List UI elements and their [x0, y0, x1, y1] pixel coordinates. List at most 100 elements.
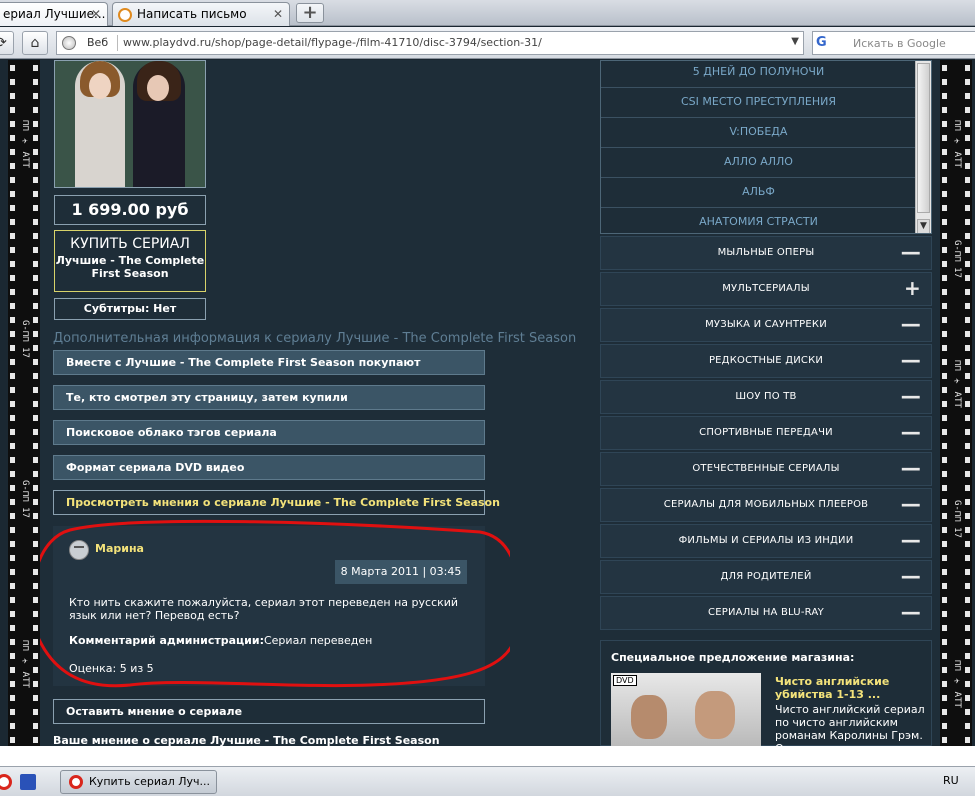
film-strip-right-decoration: ⊓⊓ ✈ ATT G-⊓⊓ 17 ⊓⊓ ✈ ATT G-⊓⊓ 17 ⊓⊓ ✈ A… — [940, 60, 972, 746]
scrollbar-thumb[interactable] — [917, 63, 930, 213]
close-tab-icon[interactable]: ✕ — [273, 3, 283, 25]
address-bar[interactable]: Веб www.playdvd.ru/shop/page-detail/flyp… — [56, 31, 804, 55]
category-blu-ray[interactable]: СЕРИАЛЫ НА BLU-RAY — — [600, 596, 932, 630]
cover-figure — [75, 61, 125, 187]
cover-face — [147, 75, 169, 101]
additional-info-heading: Дополнительная информация к сериалу Лучш… — [53, 331, 577, 346]
quick-launch-icon[interactable] — [20, 774, 36, 790]
section-also-bought[interactable]: Вместе с Лучшие - The Complete First Sea… — [53, 350, 485, 375]
address-url[interactable]: www.playdvd.ru/shop/page-detail/flypage-… — [123, 36, 542, 49]
category-parents[interactable]: ДЛЯ РОДИТЕЛЕЙ — — [600, 560, 932, 594]
buy-label: КУПИТЬ СЕРИАЛ — [70, 236, 190, 252]
chevron-down-icon[interactable]: ▼ — [917, 219, 930, 233]
reload-icon[interactable]: ⟳ — [0, 31, 14, 55]
list-item[interactable]: CSI МЕСТО ПРЕСТУПЛЕНИЯ — [601, 88, 916, 118]
category-tv-shows[interactable]: ШОУ ПО ТВ — — [600, 380, 932, 414]
taskbar-task-button[interactable]: Купить сериал Луч... — [60, 770, 217, 794]
special-offer-image[interactable]: DVD — [611, 673, 761, 746]
search-input[interactable]: Искать в Google — [853, 37, 946, 50]
chevron-down-icon[interactable]: ▼ — [791, 36, 799, 47]
collapse-icon[interactable]: — — [901, 417, 921, 447]
category-india[interactable]: ФИЛЬМЫ И СЕРИАЛЫ ИЗ ИНДИИ — — [600, 524, 932, 558]
category-label: МЫЛЬНЫЕ ОПЕРЫ — [717, 247, 815, 258]
section-viewed-then-bought[interactable]: Те, кто смотрел эту страницу, затем купи… — [53, 385, 485, 410]
film-marking: G-⊓⊓ 17 — [952, 240, 962, 278]
category-rare-discs[interactable]: РЕДКОСТНЫЕ ДИСКИ — — [600, 344, 932, 378]
close-tab-icon[interactable]: ✕ — [91, 3, 101, 25]
special-offer-heading: Специальное предложение магазина: — [611, 651, 855, 664]
buy-series-button[interactable]: КУПИТЬ СЕРИАЛ Лучшие - The Complete Firs… — [54, 230, 206, 292]
special-offer-panel: Специальное предложение магазина: DVD Чи… — [600, 640, 932, 746]
film-marking: ⊓⊓ ✈ ATT — [20, 640, 30, 688]
review-comment: Марина 8 Марта 2011 | 03:45 Кто нить ска… — [53, 526, 485, 686]
collapse-icon[interactable]: — — [901, 489, 921, 519]
list-item[interactable]: АНАТОМИЯ СТРАСТИ — [601, 208, 916, 233]
tab-compose-mail[interactable]: Написать письмо ✕ — [112, 2, 290, 26]
admin-comment-text: Сериал переведен — [263, 634, 373, 647]
product-cover-image[interactable] — [54, 60, 206, 188]
list-item[interactable]: АЛЛО АЛЛО — [601, 148, 916, 178]
new-tab-button[interactable]: + — [296, 3, 324, 23]
language-indicator[interactable]: RU — [943, 774, 959, 787]
opera-icon[interactable] — [0, 774, 12, 790]
section-dvd-format[interactable]: Формат сериала DVD видео — [53, 455, 485, 480]
collapse-icon[interactable]: — — [901, 597, 921, 627]
search-box[interactable]: G Искать в Google — [812, 31, 975, 55]
category-soap-operas[interactable]: МЫЛЬНЫЕ ОПЕРЫ — — [600, 236, 932, 270]
home-icon[interactable]: ⌂ — [22, 31, 48, 55]
list-item[interactable]: АЛЬФ — [601, 178, 916, 208]
film-marking: ⊓⊓ ✈ ATT — [952, 360, 962, 408]
film-marking: G-⊓⊓ 17 — [20, 320, 30, 358]
admin-comment: Комментарий администрации:Сериал перевед… — [69, 634, 372, 647]
section-tag-cloud[interactable]: Поисковое облако тэгов сериала — [53, 420, 485, 445]
category-label: СЕРИАЛЫ ДЛЯ МОБИЛЬНЫХ ПЛЕЕРОВ — [663, 499, 869, 510]
comment-rating: Оценка: 5 из 5 — [69, 662, 154, 675]
browser-tab-bar: ериал Лучшие... ✕ Написать письмо ✕ + — [0, 0, 975, 26]
category-domestic-series[interactable]: ОТЕЧЕСТВЕННЫЕ СЕРИАЛЫ — — [600, 452, 932, 486]
subtitles-badge: Субтитры: Нет — [54, 298, 206, 320]
collapse-icon[interactable]: — — [901, 561, 921, 591]
category-sports[interactable]: СПОРТИВНЫЕ ПЕРЕДАЧИ — — [600, 416, 932, 450]
avatar — [69, 540, 89, 560]
status-gap — [0, 746, 975, 766]
address-separator — [117, 35, 118, 51]
collapse-icon[interactable]: — — [901, 237, 921, 267]
buy-title: Лучшие - The Complete First Season — [55, 254, 205, 280]
category-cartoons[interactable]: МУЛЬТСЕРИАЛЫ + — [600, 272, 932, 306]
offer-face — [631, 695, 667, 739]
offer-face — [695, 691, 735, 739]
special-offer-title[interactable]: Чисто английские убийства 1-13 ... — [775, 675, 925, 701]
web-page: ⊓⊓ ✈ ATT G-⊓⊓ 17 G-⊓⊓ 17 ⊓⊓ ✈ ATT 1 699.… — [0, 60, 975, 746]
product-price: 1 699.00 руб — [54, 195, 206, 225]
film-strip-left-decoration: ⊓⊓ ✈ ATT G-⊓⊓ 17 G-⊓⊓ 17 ⊓⊓ ✈ ATT — [8, 60, 40, 746]
collapse-icon[interactable]: — — [901, 381, 921, 411]
cover-face — [89, 73, 111, 99]
tab-active[interactable]: ериал Лучшие... ✕ — [0, 2, 108, 26]
collapse-icon[interactable]: — — [901, 309, 921, 339]
film-marking: G-⊓⊓ 17 — [20, 480, 30, 518]
listbox-scrollbar[interactable]: ▼ — [915, 61, 931, 233]
category-music[interactable]: МУЗЫКА И САУНТРЕКИ — — [600, 308, 932, 342]
taskbar-task-label: Купить сериал Луч... — [89, 775, 211, 788]
film-marking: ⊓⊓ ✈ ATT — [952, 660, 962, 708]
film-marking: ⊓⊓ ✈ ATT — [952, 120, 962, 168]
left-edge — [0, 60, 8, 746]
category-label: ОТЕЧЕСТВЕННЫЕ СЕРИАЛЫ — [692, 463, 840, 474]
collapse-icon[interactable]: — — [901, 525, 921, 555]
your-opinion-heading: Ваше мнение о сериале Лучшие - The Compl… — [53, 734, 440, 746]
list-item[interactable]: V:ПОБЕДА — [601, 118, 916, 148]
cover-figure — [133, 61, 185, 187]
list-item[interactable]: 5 ДНЕЙ ДО ПОЛУНОЧИ — [601, 61, 916, 88]
category-label: МУЛЬТСЕРИАЛЫ — [722, 283, 810, 294]
collapse-icon[interactable]: — — [901, 345, 921, 375]
series-listbox[interactable]: 5 ДНЕЙ ДО ПОЛУНОЧИ CSI МЕСТО ПРЕСТУПЛЕНИ… — [600, 60, 932, 234]
collapse-icon[interactable]: — — [901, 453, 921, 483]
expand-icon[interactable]: + — [904, 273, 921, 303]
admin-comment-label: Комментарий администрации: — [69, 634, 264, 647]
category-mobile-series[interactable]: СЕРИАЛЫ ДЛЯ МОБИЛЬНЫХ ПЛЕЕРОВ — — [600, 488, 932, 522]
leave-review-button[interactable]: Оставить мнение о сериале — [53, 699, 485, 724]
category-label: СПОРТИВНЫЕ ПЕРЕДАЧИ — [699, 427, 833, 438]
opera-icon — [69, 775, 83, 789]
section-view-reviews[interactable]: Просмотреть мнения о сериале Лучшие - Th… — [53, 490, 500, 515]
google-icon[interactable]: G — [816, 35, 842, 51]
